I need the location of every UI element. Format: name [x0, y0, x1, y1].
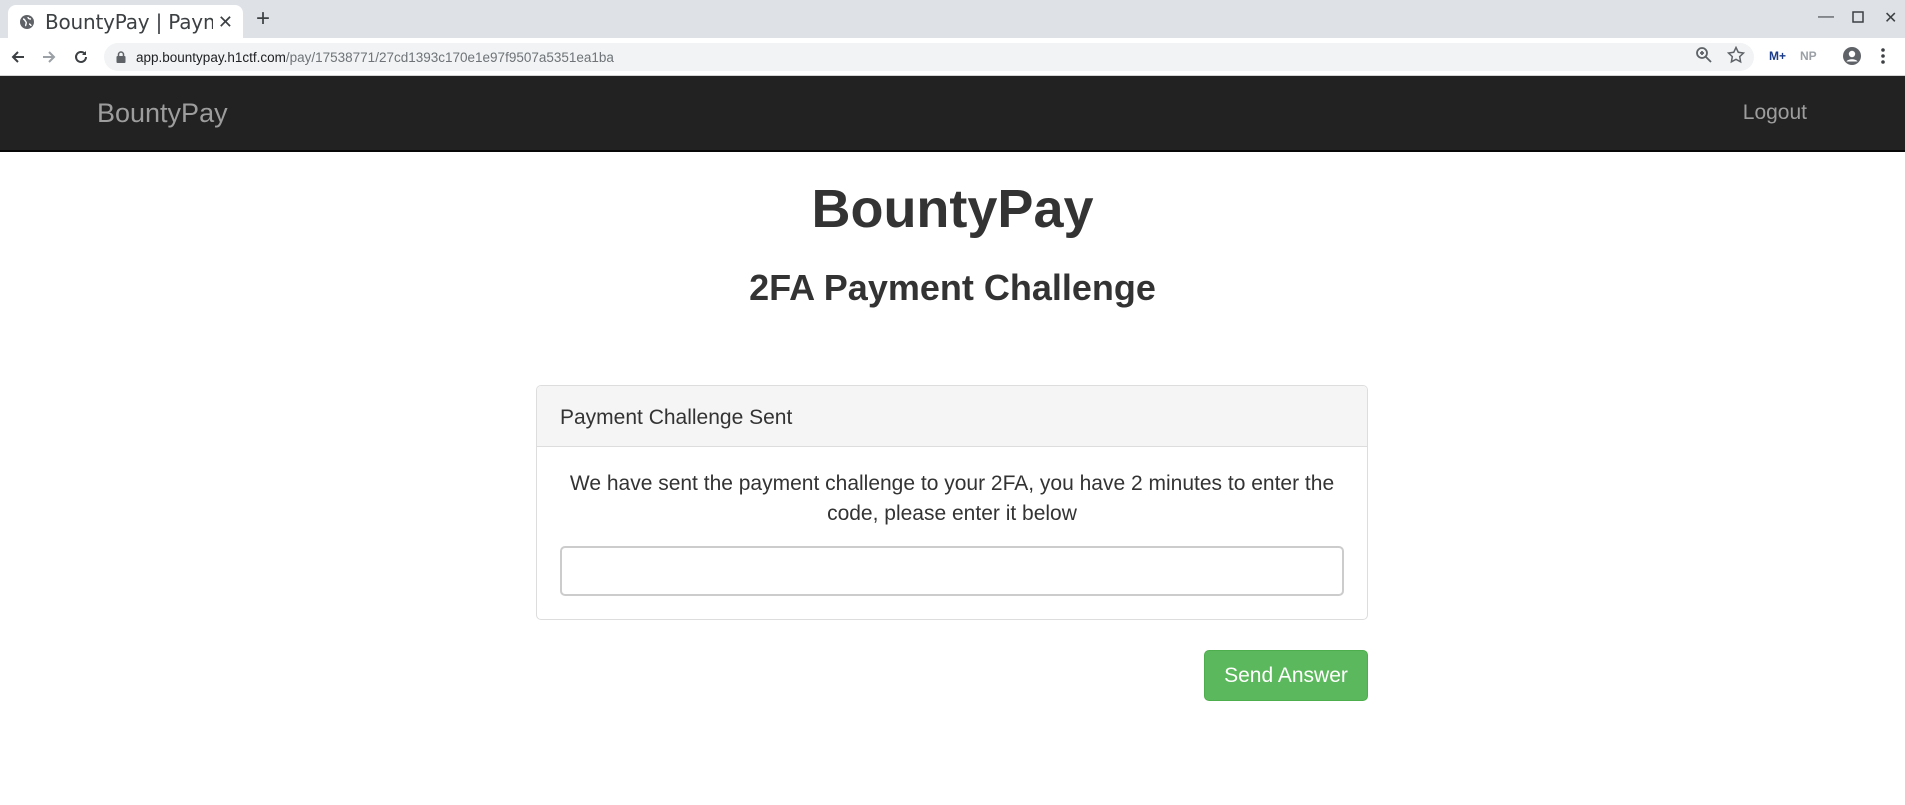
browser-tab[interactable]: BountyPay | Payment ✕ [8, 5, 243, 38]
browser-toolbar: app.bountypay.h1ctf.com/pay/17538771/27c… [0, 38, 1905, 76]
panel-body: We have sent the payment challenge to yo… [537, 447, 1367, 596]
url-host: app.bountypay.h1ctf.com [136, 49, 286, 65]
tab-title: BountyPay | Payment [45, 9, 213, 34]
reload-icon[interactable] [70, 46, 92, 68]
panel-heading: Payment Challenge Sent [537, 386, 1367, 447]
zoom-icon[interactable] [1695, 46, 1713, 64]
kebab-menu-icon[interactable] [1880, 46, 1886, 66]
url-text: app.bountypay.h1ctf.com/pay/17538771/27c… [136, 50, 614, 65]
globe-icon [20, 14, 34, 29]
forward-arrow-icon[interactable] [38, 46, 60, 68]
lock-icon [116, 51, 126, 63]
send-answer-button[interactable]: Send Answer [1204, 650, 1368, 701]
challenge-code-input[interactable] [560, 546, 1344, 596]
maximize-icon[interactable] [1852, 11, 1864, 23]
address-bar[interactable]: app.bountypay.h1ctf.com/pay/17538771/27c… [104, 43, 1754, 71]
site-navbar: BountyPay Logout [0, 76, 1905, 152]
browser-tab-strip: BountyPay | Payment ✕ + — ✕ [0, 0, 1905, 38]
extension-m-plus-icon[interactable]: M+ [1769, 49, 1786, 63]
challenge-message: We have sent the payment challenge to yo… [569, 472, 1335, 525]
challenge-panel: Payment Challenge Sent We have sent the … [536, 385, 1368, 620]
close-icon[interactable]: ✕ [218, 13, 233, 31]
extension-np-icon[interactable]: NP [1800, 49, 1817, 63]
star-icon[interactable] [1727, 46, 1745, 64]
page-subtitle: 2FA Payment Challenge [749, 267, 1156, 308]
back-arrow-icon[interactable] [7, 46, 29, 68]
navbar-brand-link[interactable]: BountyPay [97, 98, 228, 129]
page-title: BountyPay [811, 179, 1094, 239]
logout-link[interactable]: Logout [1743, 101, 1807, 125]
window-close-icon[interactable]: ✕ [1884, 8, 1897, 28]
profile-icon[interactable] [1842, 46, 1862, 66]
plus-icon[interactable]: + [256, 7, 270, 31]
url-path: /pay/17538771/27cd1393c170e1e97f9507a535… [285, 49, 614, 65]
minimize-icon[interactable]: — [1818, 8, 1834, 26]
